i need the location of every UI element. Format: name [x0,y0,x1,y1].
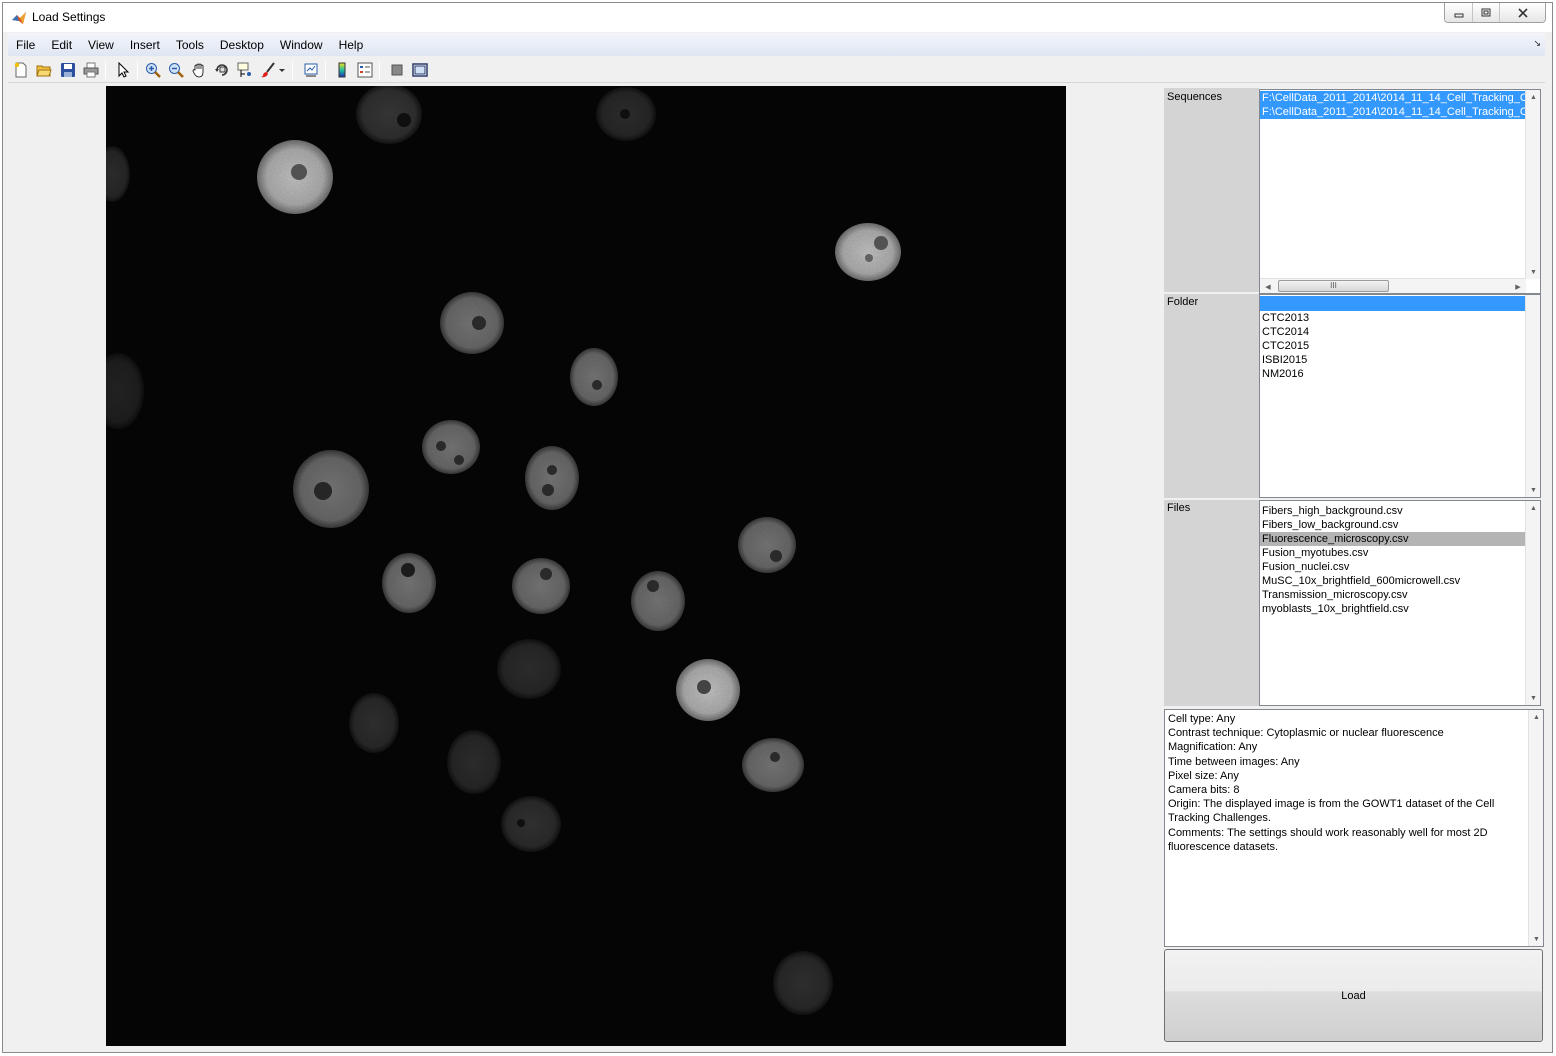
load-button[interactable]: Load [1164,949,1543,1042]
list-item[interactable]: F:\CellData_2011_2014\2014_11_14_Cell_Tr… [1260,91,1526,105]
brush-icon[interactable] [259,61,277,79]
menu-desktop[interactable]: Desktop [212,35,272,55]
list-item[interactable]: ISBI2015 [1260,353,1525,367]
sequences-vertical-scrollbar[interactable]: ▲ ▼ [1525,90,1540,279]
rotate-3d-icon[interactable] [213,61,231,79]
scroll-down-icon[interactable]: ▼ [1526,265,1540,279]
restore-icon [1481,8,1491,16]
scroll-down-icon[interactable]: ▼ [1526,483,1540,497]
link-plot-icon[interactable] [302,61,320,79]
list-item[interactable]: CTC2014 [1260,325,1525,339]
info-line: Contrast technique: Cytoplasmic or nucle… [1168,727,1444,740]
menu-bar: File Edit View Insert Tools Desktop Wind… [8,33,1545,56]
menu-edit[interactable]: Edit [43,35,80,55]
scroll-up-icon[interactable]: ▲ [1529,710,1544,724]
menu-window[interactable]: Window [272,35,331,55]
list-item[interactable]: myoblasts_10x_brightfield.csv [1260,602,1525,616]
new-figure-icon[interactable] [12,61,30,79]
scroll-up-icon[interactable]: ▲ [1526,90,1540,104]
scroll-right-icon[interactable]: ▶ [1510,279,1526,293]
toolbar-separator [379,61,380,79]
list-item[interactable]: Fibers_low_background.csv [1260,518,1525,532]
dock-arrow-icon[interactable]: ↘ [1533,38,1541,49]
nuclei-image-svg [106,86,1066,1046]
toolbar-separator [292,61,293,79]
sequences-horizontal-scrollbar[interactable]: ◀ III ▶ [1260,278,1526,293]
figure-toolbar [8,57,1545,83]
close-icon [1517,7,1528,18]
zoom-in-icon[interactable] [144,61,162,79]
window-controls [1444,3,1546,23]
minimize-button[interactable] [1445,3,1472,22]
list-item[interactable]: CTC2013 [1260,311,1525,325]
info-line: Time between images: Any [1168,755,1300,768]
list-item[interactable]: Fusion_myotubes.csv [1260,546,1525,560]
scroll-thumb[interactable]: III [1278,280,1389,292]
files-label: Files [1167,502,1191,514]
files-listbox[interactable]: Fibers_high_background.csv Fibers_low_ba… [1259,500,1541,706]
list-item[interactable]: CTC2015 [1260,339,1525,353]
restore-button[interactable] [1472,3,1499,22]
menu-view[interactable]: View [80,35,122,55]
info-line: Origin: The displayed image is from the … [1168,798,1495,825]
list-item[interactable]: Fusion_nuclei.csv [1260,560,1525,574]
scroll-left-icon[interactable]: ◀ [1260,279,1276,293]
folder-listbox[interactable]: CTC2013 CTC2014 CTC2015 ISBI2015 NM2016 … [1259,294,1541,498]
scroll-up-icon[interactable]: ▲ [1526,501,1540,515]
folder-vertical-scrollbar[interactable]: ▼ [1525,295,1540,497]
info-line: Cell type: Any [1168,713,1236,725]
colorbar-icon[interactable] [333,61,351,79]
hide-plot-tools-icon[interactable] [388,61,406,79]
sequences-label-panel [1164,88,1259,292]
list-item[interactable] [1260,296,1525,311]
print-icon[interactable] [82,61,100,79]
pan-hand-icon[interactable] [190,61,208,79]
toolbar-separator [137,61,138,79]
info-line: Comments: The settings should work reaso… [1168,826,1488,853]
toolbar-separator [325,61,326,79]
legend-icon[interactable] [356,61,374,79]
menu-file[interactable]: File [8,35,43,55]
list-item[interactable]: MuSC_10x_brightfield_600microwell.csv [1260,574,1525,588]
folder-label-panel [1164,294,1259,498]
save-icon[interactable] [59,61,77,79]
list-item[interactable]: Fibers_high_background.csv [1260,504,1525,518]
info-line: Magnification: Any [1168,741,1258,754]
list-item[interactable]: Fluorescence_microscopy.csv [1260,532,1525,546]
sequences-label: Sequences [1167,91,1223,103]
list-item[interactable]: Transmission_microscopy.csv [1260,588,1525,602]
title-bar: Load Settings [3,3,1552,32]
scroll-down-icon[interactable]: ▼ [1526,691,1540,705]
folder-label: Folder [1167,296,1199,308]
window-title: Load Settings [32,10,106,24]
show-plot-tools-icon[interactable] [411,61,429,79]
load-button-label: Load [1341,989,1366,1002]
pointer-icon[interactable] [114,61,132,79]
list-item[interactable]: NM2016 [1260,367,1525,381]
description-vertical-scrollbar[interactable]: ▲ ▼ [1528,710,1543,946]
toolbar-separator [105,61,106,79]
menu-insert[interactable]: Insert [122,35,168,55]
settings-description-text: Cell type: Any Contrast technique: Cytop… [1168,712,1526,854]
microscopy-image[interactable] [106,86,1066,1046]
close-button[interactable] [1499,3,1545,22]
list-item[interactable]: F:\CellData_2011_2014\2014_11_14_Cell_Tr… [1260,105,1526,119]
minimize-icon [1454,13,1463,17]
settings-description-box[interactable]: Cell type: Any Contrast technique: Cytop… [1164,709,1544,947]
data-cursor-icon[interactable] [236,61,254,79]
files-label-panel [1164,500,1259,706]
info-line: Camera bits: 8 [1168,784,1240,797]
files-vertical-scrollbar[interactable]: ▲ ▼ [1525,501,1540,705]
info-line: Pixel size: Any [1168,769,1239,782]
open-file-icon[interactable] [35,61,53,79]
menu-help[interactable]: Help [331,35,372,55]
brush-dropdown-icon[interactable] [278,61,286,79]
zoom-out-icon[interactable] [167,61,185,79]
menu-tools[interactable]: Tools [168,35,212,55]
scroll-down-icon[interactable]: ▼ [1529,932,1544,946]
matlab-logo-icon [11,10,27,26]
sequences-listbox[interactable]: F:\CellData_2011_2014\2014_11_14_Cell_Tr… [1259,89,1541,294]
